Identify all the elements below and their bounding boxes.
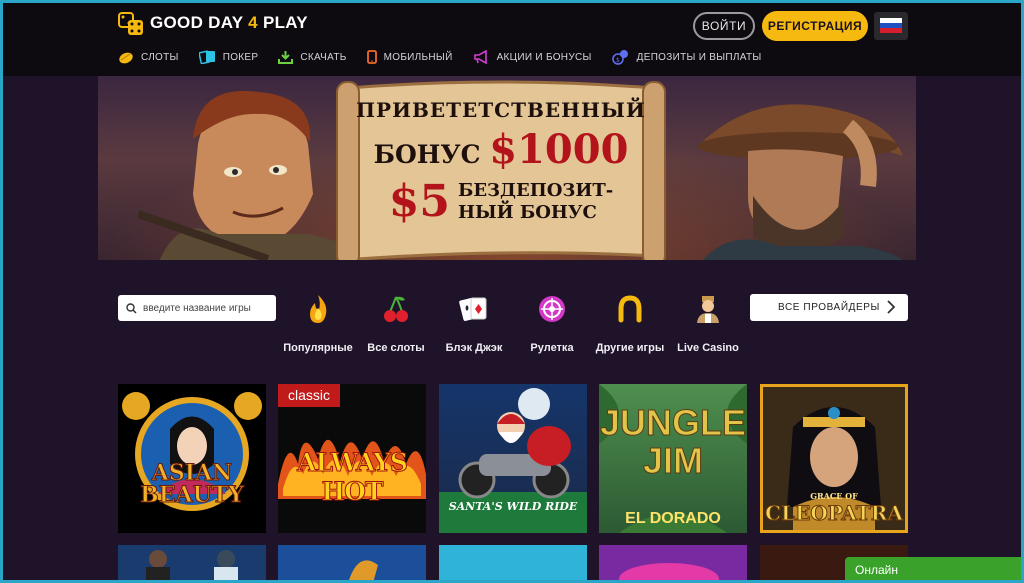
game-tile-row2-2[interactable] (278, 545, 426, 583)
banner-nodeposit-line2: НЫЙ БОНУС (457, 201, 597, 223)
category-roulette[interactable]: Рулетка (507, 292, 597, 354)
nav-item-mobile[interactable]: МОБИЛЬНЫЙ (366, 50, 453, 64)
game-thumbnail (348, 560, 378, 583)
russia-flag-icon[interactable] (874, 12, 908, 40)
banner-line-3: $5 БЕЗДЕПОЗИТ- НЫЙ БОНУС (331, 176, 671, 227)
nav-label: СЛОТЫ (141, 51, 179, 63)
providers-label: ВСЕ ПРОВАЙДЕРЫ (778, 302, 880, 313)
nav-item-promotions[interactable]: АКЦИИ И БОНУСЫ (473, 50, 592, 64)
category-live-casino[interactable]: Live Casino (663, 292, 753, 354)
site-logo[interactable]: GOOD DAY 4 PLAY (118, 9, 308, 37)
category-label: Live Casino (677, 342, 739, 354)
promo-banner[interactable]: ПРИВЕТЕТСТВЕННЫЙ БОНУС $1000 $5 БЕЗДЕПОЗ… (98, 76, 916, 260)
game-thumbnail (146, 550, 238, 583)
game-tile-jungle-jim[interactable]: JUNGLE JIM EL DORADO (599, 384, 747, 533)
banner-line-1: ПРИВЕТЕТСТВЕННЫЙ (356, 98, 646, 122)
game-title-line2: JIM (642, 440, 703, 481)
game-tile-asian-beauty[interactable]: ASIAN BEAUTY (118, 384, 266, 533)
game-title: ALWAYS HOT (297, 448, 409, 507)
nav-label: ПОКЕР (222, 51, 259, 63)
game-tile-santas-wild-ride[interactable]: SANTA'S WILD RIDE (439, 384, 587, 533)
banner-nodeposit-amount: $5 (388, 176, 450, 227)
game-tile-always-hot[interactable]: classic ALWAYS HOT (278, 384, 426, 533)
game-subtitle: GRACE OF (810, 491, 858, 501)
dice-icon (118, 9, 146, 37)
category-label: Другие игры (595, 342, 665, 354)
register-button[interactable]: РЕГИСТРАЦИЯ (762, 11, 868, 41)
nav-item-download[interactable]: СКАЧАТЬ (278, 50, 346, 64)
nav-label: ДЕПОЗИТЫ И ВЫПЛАТЫ (636, 51, 762, 63)
download-icon (278, 51, 294, 64)
game-title: CLEOPATRA (765, 501, 904, 526)
logo-text: GOOD DAY 4 PLAY (150, 13, 308, 32)
horseshoe-icon (618, 295, 642, 323)
category-popular[interactable]: Популярные (273, 292, 363, 354)
game-tile-row2-1[interactable] (118, 545, 266, 583)
login-button[interactable]: ВОЙТИ (693, 12, 755, 40)
game-thumbnail (619, 563, 719, 583)
all-providers-select[interactable]: ВСЕ ПРОВАЙДЕРЫ (750, 294, 908, 321)
game-title: ASIAN BEAUTY (140, 460, 245, 508)
banner-nodeposit-line1: БЕЗДЕПОЗИТ- (457, 179, 614, 201)
search-input[interactable] (143, 302, 273, 314)
coins-icon: $ (611, 50, 628, 65)
game-search[interactable] (118, 295, 276, 321)
nav-label: СКАЧАТЬ (300, 51, 347, 63)
svg-text:$: $ (616, 57, 620, 64)
dealer-icon (697, 296, 719, 323)
banner-bonus-word: БОНУС (373, 140, 481, 169)
mobile-icon (366, 50, 377, 64)
playing-cards-icon (459, 297, 487, 321)
right-character-image (698, 104, 903, 260)
category-other-games[interactable]: Другие игры (585, 292, 675, 354)
banner-line-2: БОНУС $1000 (331, 126, 671, 173)
asian-beauty-art (122, 392, 262, 511)
nav-label: АКЦИИ И БОНУСЫ (496, 51, 592, 63)
cards-icon (198, 50, 215, 64)
nav-item-deposits[interactable]: $ ДЕПОЗИТЫ И ВЫПЛАТЫ (611, 49, 762, 65)
game-title: SANTA'S WILD RIDE (448, 500, 578, 513)
banner-bonus-amount: $1000 (489, 126, 629, 173)
category-label: Популярные (283, 342, 353, 354)
game-subtitle: EL DORADO (625, 510, 721, 527)
nav-item-poker[interactable]: ПОКЕР (198, 50, 259, 64)
category-label: Блэк Джэк (445, 342, 503, 354)
nav-label: МОБИЛЬНЫЙ (383, 51, 453, 63)
game-title: JUNGLE JIM (599, 402, 747, 481)
cherry-icon (384, 296, 408, 322)
category-all-slots[interactable]: Все слоты (351, 292, 441, 354)
site-header: GOOD DAY 4 PLAY ВОЙТИ РЕГИСТРАЦИЯ СЛОТЫ … (0, 0, 1024, 76)
lemon-icon (119, 52, 133, 64)
flame-icon (310, 295, 327, 323)
game-tile-row2-3[interactable] (439, 545, 587, 583)
search-icon (126, 302, 137, 314)
game-tile-row2-4[interactable] (599, 545, 747, 583)
game-title-line1: JUNGLE (599, 402, 747, 443)
category-blackjack[interactable]: Блэк Джэк (429, 292, 519, 354)
main-nav: СЛОТЫ ПОКЕР СКАЧАТЬ МОБИЛЬНЫЙ АКЦИИ И БО… (118, 49, 782, 65)
category-label: Рулетка (530, 342, 574, 354)
megaphone-icon (473, 50, 487, 64)
online-chat-button[interactable]: Онлайн (845, 557, 1024, 583)
nav-item-slots[interactable]: СЛОТЫ (118, 50, 179, 64)
roulette-icon (539, 296, 565, 322)
category-label: Все слоты (367, 342, 425, 354)
game-tile-grace-of-cleopatra[interactable]: GRACE OF CLEOPATRA (760, 384, 908, 533)
chevron-right-icon (887, 300, 896, 314)
